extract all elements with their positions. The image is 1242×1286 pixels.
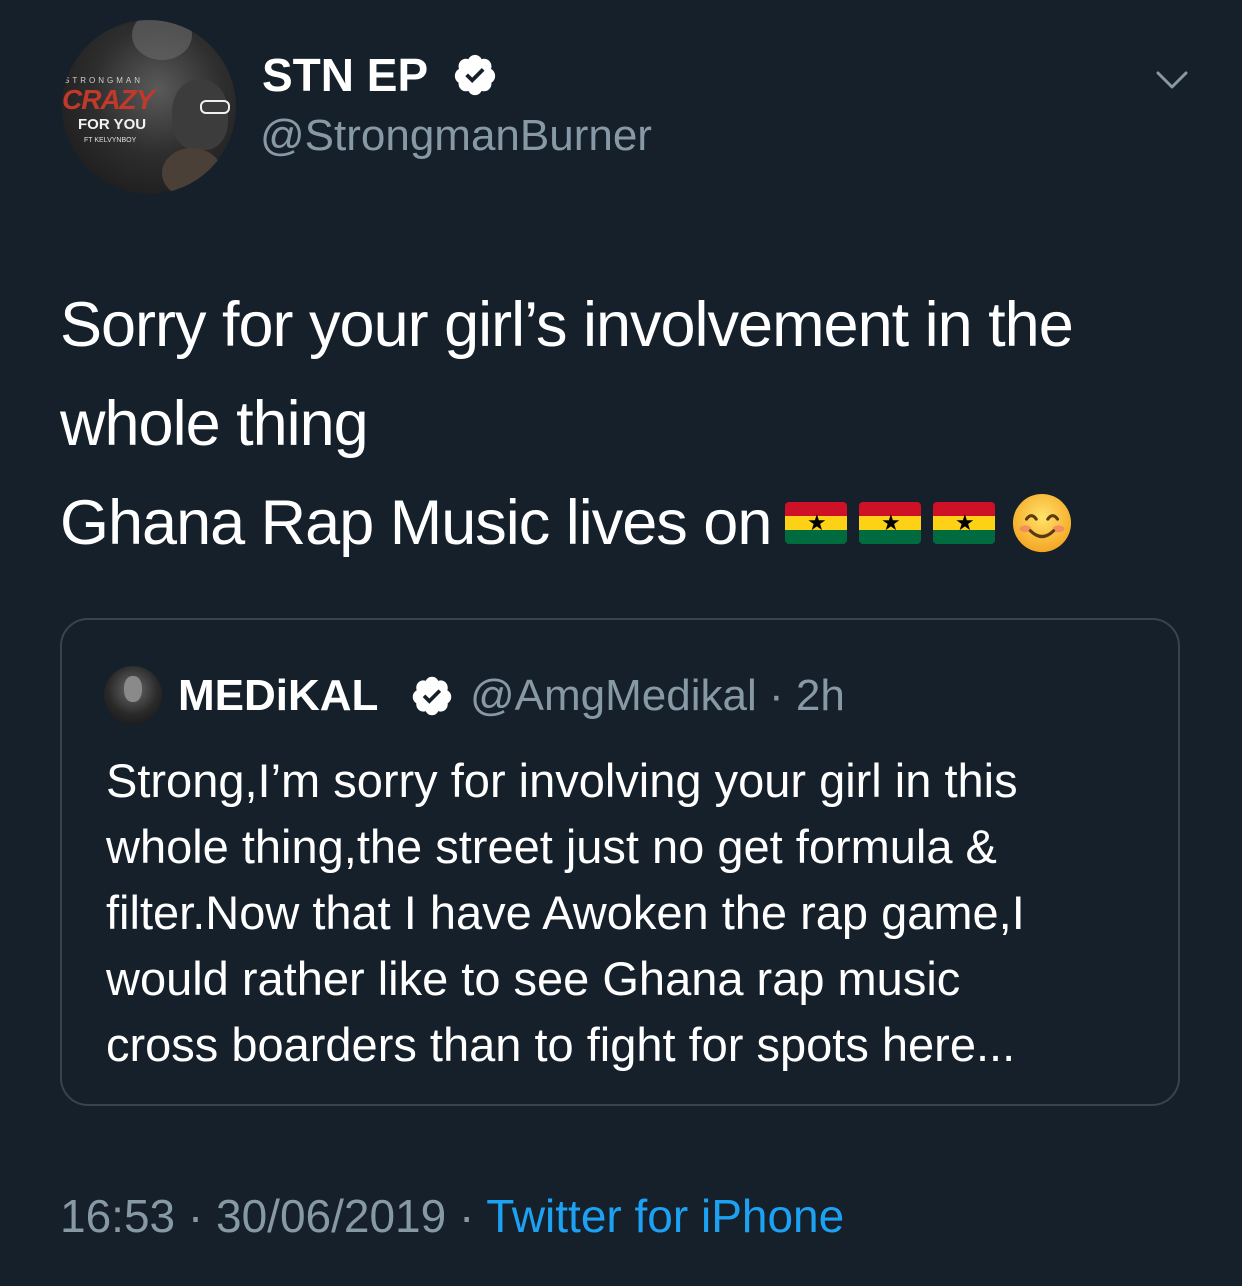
tweet-footer: 16:53 · 30/06/2019 · Twitter for iPhone (60, 1188, 844, 1244)
ghana-flag-icon: ★ (933, 502, 996, 545)
quoted-text-line: would rather like to see Ghana rap music (106, 952, 961, 1005)
avatar-cover-subtitle: FOR YOU (78, 116, 147, 133)
tweet-timestamp[interactable]: 16:53 · 30/06/2019 · (60, 1190, 486, 1242)
ghana-flag-icon: ★ (785, 502, 848, 545)
smiling-face-icon (1013, 494, 1072, 553)
verified-badge-icon (412, 676, 452, 716)
verified-badge-icon (454, 54, 496, 96)
author-avatar[interactable]: STRONGMAN CRAZY FOR YOU FT KELVYNBOY (62, 20, 236, 194)
quoted-text-line: cross boarders than to fight for spots h… (106, 1018, 1016, 1071)
avatar-cover-feat: FT KELVYNBOY (84, 137, 137, 144)
ghana-flag-icon: ★ (859, 502, 922, 545)
tweet-text-line-content: Ghana Rap Music lives on (60, 488, 772, 558)
quoted-author-display-name: MEDiKAL (178, 671, 379, 720)
quoted-tweet-card[interactable]: MEDiKAL @AmgMedikal · 2h Strong,I’m sorr… (60, 618, 1180, 1106)
quoted-text-line: Strong,I’m sorry for involving your girl… (106, 754, 1018, 807)
emoji-row: ★ ★ ★ (785, 470, 1073, 569)
tweet-text: Sorry for your girl’s involvement in the… (60, 276, 1200, 577)
tweet-text-line: Ghana Rap Music lives on ★ ★ ★ (60, 474, 1200, 577)
quoted-author-meta: @AmgMedikal · 2h (470, 671, 845, 720)
tweet-text-line: whole thing (60, 389, 369, 459)
author-display-name[interactable]: STN EP (262, 48, 428, 102)
quoted-tweet-text: Strong,I’m sorry for involving your girl… (106, 748, 1146, 1078)
quoted-text-line: whole thing,the street just no get formu… (106, 820, 997, 873)
avatar-art (162, 148, 222, 194)
avatar-art (172, 80, 228, 150)
tweet-text-line: Sorry for your girl’s involvement in the (60, 290, 1074, 360)
avatar-cover-title: CRAZY (62, 84, 154, 115)
avatar-art (132, 20, 192, 60)
quoted-text-line: filter.Now that I have Awoken the rap ga… (106, 886, 1025, 939)
avatar-art (200, 100, 230, 114)
tweet-source-link[interactable]: Twitter for iPhone (486, 1190, 844, 1242)
quoted-author-avatar (104, 666, 162, 724)
chevron-down-icon[interactable] (1152, 60, 1192, 100)
author-handle[interactable]: @StrongmanBurner (260, 110, 652, 162)
